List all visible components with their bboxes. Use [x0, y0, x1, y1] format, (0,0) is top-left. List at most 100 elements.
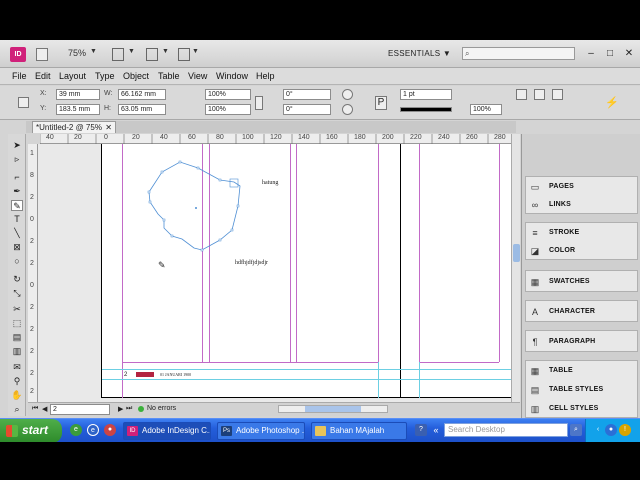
eyedropper-tool-icon[interactable]: ⚲ [11, 376, 23, 387]
panel-links[interactable]: ∞ LINKS [530, 198, 635, 212]
panel-paragraph[interactable]: ¶ PARAGRAPH [530, 335, 635, 349]
scale-y-field[interactable]: 100% [205, 104, 251, 115]
start-button[interactable]: start [0, 419, 62, 443]
minimize-button[interactable]: – [585, 48, 597, 59]
panel-stroke[interactable]: ≡ STROKE [530, 226, 635, 240]
document-canvas[interactable]: hatung hdfhjdfjdjsdjr ✎ 2 01 JANUARI 190… [38, 144, 511, 402]
menu-object[interactable]: Object [123, 71, 149, 81]
note-tool-icon[interactable]: ✉ [11, 362, 23, 373]
direct-selection-tool-icon[interactable]: ▹ [11, 154, 23, 165]
rotation-field[interactable]: 0° [283, 89, 331, 100]
panel-table[interactable]: ▦ TABLE [530, 364, 635, 378]
close-tab-icon[interactable]: ✕ [105, 122, 112, 133]
workspace-switcher[interactable]: ESSENTIALS ▼ [388, 49, 451, 58]
reference-point-icon[interactable] [18, 97, 29, 108]
free-transform-tool-icon[interactable]: ⬚ [11, 318, 23, 329]
zoom-tool-icon[interactable]: ⌕ [11, 404, 23, 415]
panel-cell-styles[interactable]: ▥ CELL STYLES [530, 402, 635, 416]
height-field[interactable]: 63.05 mm [118, 104, 166, 115]
tray-network-icon[interactable]: ● [605, 424, 617, 436]
help-search-input[interactable]: ⌕ [462, 47, 575, 60]
view-dropdown-icon[interactable]: ▼ [128, 48, 135, 61]
lightning-icon[interactable]: ⚡ [605, 96, 619, 109]
preflight-status[interactable]: No errors [147, 405, 176, 412]
zoom-dropdown-icon[interactable]: ▼ [90, 48, 97, 61]
panel-character[interactable]: A CHARACTER [530, 305, 635, 319]
menu-view[interactable]: View [188, 71, 207, 81]
horizontal-scroll-thumb[interactable] [305, 406, 361, 412]
gradient-feather-tool-icon[interactable]: ▥ [11, 346, 23, 357]
quicklaunch-browser-icon[interactable]: e [70, 424, 82, 436]
pencil-drawn-shape[interactable] [102, 144, 511, 398]
panel-swatches[interactable]: ▦ SWATCHES [530, 275, 635, 289]
align-right-icon[interactable] [552, 89, 563, 100]
gradient-swatch-tool-icon[interactable]: ▤ [11, 332, 23, 343]
menu-window[interactable]: Window [216, 71, 248, 81]
align-center-icon[interactable] [534, 89, 545, 100]
menu-table[interactable]: Table [158, 71, 180, 81]
screen-mode-icon[interactable] [146, 48, 158, 61]
scale-x-field[interactable]: 100% [205, 89, 251, 100]
menu-edit[interactable]: Edit [35, 71, 51, 81]
last-page-icon[interactable]: ⏭ [126, 405, 132, 413]
stroke-weight-field[interactable]: 1 pt [400, 89, 452, 100]
scale-tool-icon[interactable]: ⤡ [11, 288, 23, 299]
bridge-icon[interactable] [36, 48, 48, 61]
text-hatung[interactable]: hatung [262, 180, 278, 186]
next-page-icon[interactable]: ▶ [118, 405, 123, 413]
maximize-button[interactable]: □ [604, 48, 616, 59]
tray-expand-icon[interactable]: ‹ [592, 424, 604, 436]
task-indesign[interactable]: ID Adobe InDesign C... [123, 422, 211, 440]
hand-tool-icon[interactable]: ✋ [11, 390, 23, 401]
y-field[interactable]: 183.5 mm [56, 104, 100, 115]
horizontal-scrollbar[interactable] [278, 405, 388, 413]
tray-security-icon[interactable]: ! [619, 424, 631, 436]
opacity-field[interactable]: 100% [470, 104, 502, 115]
rotate-cw-icon[interactable] [342, 89, 353, 100]
help-icon[interactable]: ? [415, 424, 427, 436]
arrange-dropdown-icon[interactable]: ▼ [192, 48, 199, 61]
menu-help[interactable]: Help [256, 71, 275, 81]
task-photoshop[interactable]: Ps Adobe Photoshop ... [217, 422, 305, 440]
quicklaunch-app-icon[interactable]: ● [104, 424, 116, 436]
fill-stroke-icon[interactable]: P [375, 96, 387, 110]
menu-file[interactable]: File [12, 71, 27, 81]
desktop-search-button[interactable]: ⌕ [570, 424, 582, 436]
x-field[interactable]: 39 mm [56, 89, 100, 100]
zoom-level[interactable]: 75% [68, 48, 86, 61]
pen-tool-icon[interactable]: ✒ [11, 186, 23, 197]
view-options-icon[interactable] [112, 48, 124, 61]
width-field[interactable]: 66.162 mm [118, 89, 166, 100]
document-tab[interactable]: *Untitled-2 @ 75% ✕ [32, 121, 116, 133]
vertical-scrollbar[interactable] [511, 134, 520, 404]
rotate-ccw-icon[interactable] [342, 104, 353, 115]
panel-color[interactable]: ◪ COLOR [530, 244, 635, 258]
text-misc[interactable]: hdfhjdfjdjsdjr [235, 260, 268, 266]
first-page-icon[interactable]: ⏮ [32, 405, 38, 413]
constrain-proportions-icon[interactable] [255, 96, 263, 110]
menu-type[interactable]: Type [95, 71, 115, 81]
menu-layout[interactable]: Layout [59, 71, 86, 81]
scissors-tool-icon[interactable]: ✂ [11, 304, 23, 315]
chevron-left-icon[interactable]: « [430, 424, 442, 436]
line-tool-icon[interactable]: ╲ [11, 228, 23, 239]
stroke-type-swatch[interactable] [400, 107, 452, 112]
align-left-icon[interactable] [516, 89, 527, 100]
panel-pages[interactable]: ▭ PAGES [530, 180, 635, 194]
screen-mode-dropdown-icon[interactable]: ▼ [162, 48, 169, 61]
page-tool-icon[interactable]: ⌐ [11, 172, 23, 183]
prev-page-icon[interactable]: ◀ [42, 405, 47, 413]
arrange-documents-icon[interactable] [178, 48, 190, 61]
task-folder[interactable]: Bahan MAjalah [311, 422, 407, 440]
document-page[interactable]: hatung hdfhjdfjdjsdjr ✎ 2 01 JANUARI 190… [101, 144, 511, 398]
desktop-search-input[interactable]: Search Desktop [444, 423, 568, 437]
ellipse-tool-icon[interactable]: ○ [11, 256, 23, 267]
vertical-scroll-thumb[interactable] [513, 244, 520, 262]
close-button[interactable]: ✕ [623, 48, 635, 59]
shear-field[interactable]: 0° [283, 104, 331, 115]
panel-table-styles[interactable]: ▤ TABLE STYLES [530, 383, 635, 397]
pencil-tool-icon[interactable]: ✎ [11, 200, 23, 211]
page-number-field[interactable]: 2 [50, 404, 110, 415]
rectangle-frame-tool-icon[interactable]: ⊠ [11, 242, 23, 253]
selection-tool-icon[interactable]: ➤ [11, 140, 23, 151]
